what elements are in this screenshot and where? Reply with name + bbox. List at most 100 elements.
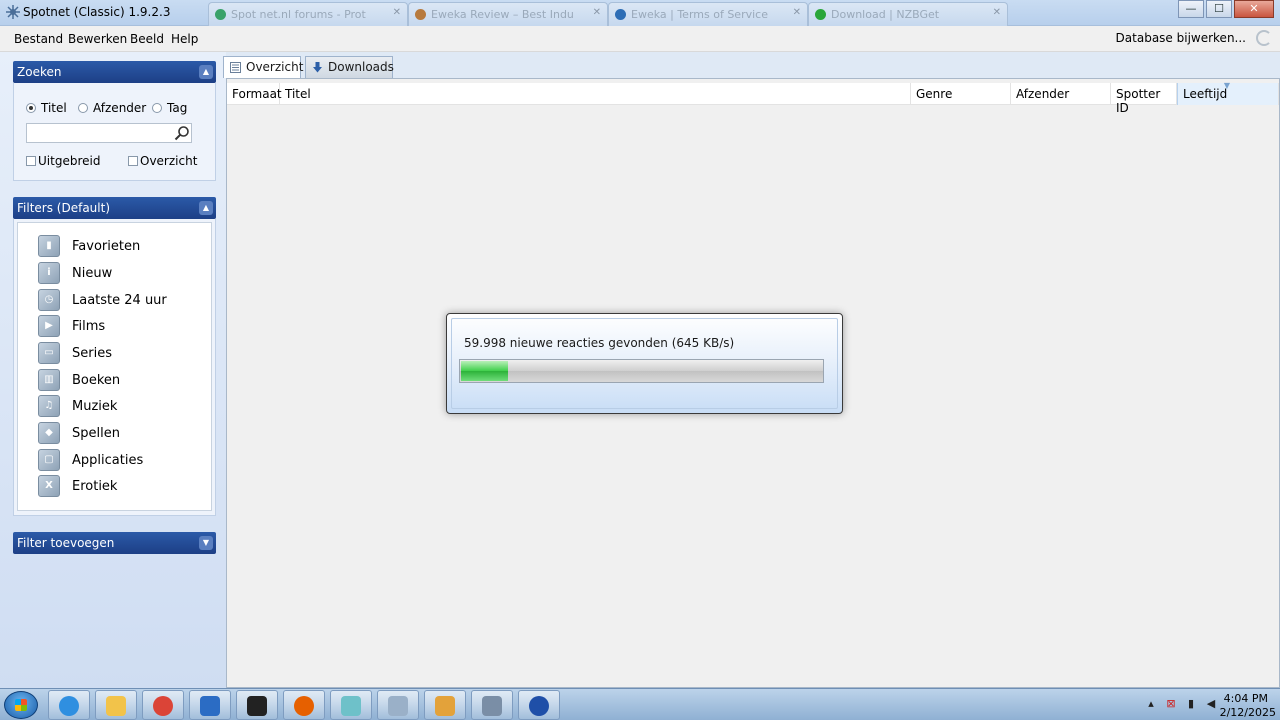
x-icon: X xyxy=(38,475,60,497)
database-update-link[interactable]: Database bijwerken... xyxy=(1116,31,1246,45)
search-panel-header[interactable]: Zoeken ▲ xyxy=(13,61,216,83)
firefox-icon xyxy=(294,696,314,716)
filters-panel-header[interactable]: Filters (Default) ▲ xyxy=(13,197,216,219)
minimize-button[interactable]: — xyxy=(1178,0,1204,18)
taskbar-help[interactable] xyxy=(518,690,560,720)
help-icon xyxy=(529,696,549,716)
progress-message: 59.998 nieuwe reacties gevonden (645 KB/… xyxy=(464,336,735,350)
search-icon[interactable] xyxy=(174,125,190,141)
expand-icon[interactable]: ▼ xyxy=(199,536,213,550)
close-button[interactable]: ✕ xyxy=(1234,0,1274,18)
chrome-icon xyxy=(153,696,173,716)
radio-tag[interactable]: Tag xyxy=(152,101,187,115)
column-leeftijd[interactable]: Leeftijd ▼ xyxy=(1177,81,1279,105)
spotnet-icon xyxy=(482,696,502,716)
gamepad-icon: ◆ xyxy=(38,422,60,444)
add-filter-panel-header[interactable]: Filter toevoegen ▼ xyxy=(13,532,216,554)
checkbox-overzicht[interactable]: Overzicht xyxy=(128,154,197,168)
radio-titel[interactable]: Titel xyxy=(26,101,67,115)
background-tab[interactable]: Download | NZBGet ✕ xyxy=(808,2,1008,26)
tab-downloads[interactable]: Downloads xyxy=(305,56,394,78)
progress-bar xyxy=(459,359,824,383)
taskbar-firefox[interactable] xyxy=(283,690,325,720)
taskbar-app-notes[interactable] xyxy=(330,690,372,720)
clock-time[interactable]: 4:04 PM xyxy=(1224,692,1268,705)
clock-icon: ◷ xyxy=(38,289,60,311)
search-panel-title: Zoeken xyxy=(17,65,62,79)
background-tab-label: Eweka Review – Best Indu xyxy=(431,8,574,21)
site-icon xyxy=(615,9,626,20)
progress-dialog-body: 59.998 nieuwe reacties gevonden (645 KB/… xyxy=(451,318,838,409)
internet-explorer-icon xyxy=(59,696,79,716)
spotnet-app-icon xyxy=(6,5,20,19)
taskbar-internet-explorer[interactable] xyxy=(48,690,90,720)
site-icon xyxy=(415,9,426,20)
taskbar-calculator[interactable] xyxy=(377,690,419,720)
volume-icon[interactable]: ◀ xyxy=(1204,697,1218,711)
site-icon xyxy=(215,9,226,20)
system-tray: ▴ ⊠ ▮ ◀ xyxy=(1144,697,1218,711)
overview-icon xyxy=(230,62,241,73)
taskbar-app-lion[interactable] xyxy=(424,690,466,720)
signal-icon[interactable]: ▮ xyxy=(1184,697,1198,711)
app-notes-icon xyxy=(341,696,361,716)
window-controls: — ☐ ✕ xyxy=(1176,0,1274,20)
sort-descending-icon: ▼ xyxy=(1223,81,1230,90)
tab-overzicht[interactable]: Overzicht xyxy=(223,56,303,78)
background-tab[interactable]: Spot net.nl forums - Prot ✕ xyxy=(208,2,408,26)
column-formaat[interactable]: Formaat xyxy=(227,83,282,105)
app-lion-icon xyxy=(435,696,455,716)
app-audio-icon xyxy=(247,696,267,716)
tab-close-icon[interactable]: ✕ xyxy=(393,7,401,18)
background-browser-tabs: Spot net.nl forums - Prot ✕ Eweka Review… xyxy=(160,0,1040,26)
menu-bar: Bestand Bewerken Beeld Help Database bij… xyxy=(0,26,1280,52)
music-icon: ♫ xyxy=(38,395,60,417)
network-alert-icon[interactable]: ⊠ xyxy=(1164,697,1178,711)
menu-bestand[interactable]: Bestand xyxy=(14,32,63,46)
taskbar-app-plane[interactable] xyxy=(189,690,231,720)
menu-bewerken[interactable]: Bewerken xyxy=(68,32,127,46)
refresh-icon[interactable] xyxy=(1256,30,1272,46)
column-afzender[interactable]: Afzender xyxy=(1011,83,1111,105)
tv-icon: ▭ xyxy=(38,342,60,364)
calculator-icon xyxy=(388,696,408,716)
file-explorer-icon xyxy=(106,696,126,716)
taskbar: ▴ ⊠ ▮ ◀ 4:04 PM 2/12/2025 xyxy=(0,688,1280,720)
bookmark-icon: ▮ xyxy=(38,235,60,257)
info-icon: i xyxy=(38,262,60,284)
taskbar-spotnet[interactable] xyxy=(471,690,513,720)
search-input[interactable] xyxy=(26,123,192,143)
app-plane-icon xyxy=(200,696,220,716)
filters-panel: ▮ Favorieten i Nieuw ◷ Laatste 24 uur ▶ … xyxy=(13,219,216,516)
taskbar-file-explorer[interactable] xyxy=(95,690,137,720)
book-icon: ▥ xyxy=(38,369,60,391)
collapse-icon[interactable]: ▲ xyxy=(199,201,213,215)
tab-close-icon[interactable]: ✕ xyxy=(593,7,601,18)
background-tab[interactable]: Eweka | Terms of Service ✕ xyxy=(608,2,808,26)
menu-help[interactable]: Help xyxy=(171,32,198,46)
tab-close-icon[interactable]: ✕ xyxy=(793,7,801,18)
background-tab-label: Eweka | Terms of Service xyxy=(631,8,768,21)
menu-beeld[interactable]: Beeld xyxy=(130,32,164,46)
checkbox-uitgebreid[interactable]: Uitgebreid xyxy=(26,154,100,168)
application-icon: ▢ xyxy=(38,449,60,471)
clock-date[interactable]: 2/12/2025 xyxy=(1220,706,1276,719)
column-spotter-id[interactable]: Spotter ID xyxy=(1111,83,1177,115)
tab-strip: Overzicht Downloads xyxy=(223,52,1280,78)
column-genre[interactable]: Genre xyxy=(911,83,1011,105)
collapse-icon[interactable]: ▲ xyxy=(199,65,213,79)
radio-afzender[interactable]: Afzender xyxy=(78,101,146,115)
maximize-button[interactable]: ☐ xyxy=(1206,0,1232,18)
tab-close-icon[interactable]: ✕ xyxy=(993,7,1001,18)
grid-header: Formaat Titel Genre Afzender Spotter ID … xyxy=(227,81,1279,115)
column-titel[interactable]: Titel xyxy=(280,83,911,105)
background-tab[interactable]: Eweka Review – Best Indu ✕ xyxy=(408,2,608,26)
chevron-up-icon[interactable]: ▴ xyxy=(1144,697,1158,711)
taskbar-app-audio[interactable] xyxy=(236,690,278,720)
background-tab-label: Spot net.nl forums - Prot xyxy=(231,8,366,21)
taskbar-chrome[interactable] xyxy=(142,690,184,720)
filter-list: ▮ Favorieten i Nieuw ◷ Laatste 24 uur ▶ … xyxy=(17,222,212,511)
start-button[interactable] xyxy=(4,691,38,719)
background-tab-label: Download | NZBGet xyxy=(831,8,940,21)
radio-icon xyxy=(152,103,162,113)
